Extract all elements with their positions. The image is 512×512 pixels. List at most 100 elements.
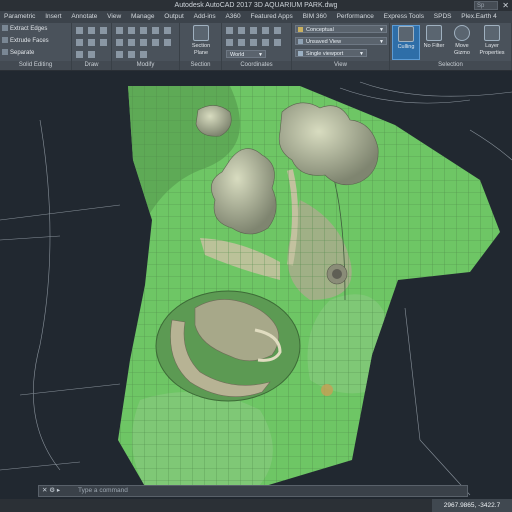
search-box[interactable]: Sp <box>474 1 498 10</box>
viewport-config-dropdown[interactable]: Single viewport ▼ <box>295 49 367 57</box>
status-bar: 2967.9865, -3422.7 <box>0 499 512 512</box>
trim-icon[interactable] <box>140 27 147 34</box>
panel-coordinates: World ▼ Coordinates <box>222 23 292 70</box>
line-icon[interactable] <box>76 27 83 34</box>
panel-solid-editing: Extract Edges Extrude Faces Separate Sol… <box>0 23 72 70</box>
layer-properties-button[interactable]: Layer Properties <box>478 25 506 60</box>
panel-draw: Draw <box>72 23 112 70</box>
command-line[interactable]: ✕ ⚙ ▸ Type a command <box>38 485 468 497</box>
amphitheater <box>155 290 301 402</box>
ucs-x-icon[interactable] <box>250 27 257 34</box>
spline-icon[interactable] <box>76 51 83 58</box>
copy-icon[interactable] <box>116 39 123 46</box>
tab-featured-apps[interactable]: Featured Apps <box>246 11 296 23</box>
panel-label-selection[interactable]: Selection <box>390 61 511 70</box>
erase-icon[interactable] <box>128 51 135 58</box>
chevron-down-icon: ▼ <box>359 51 364 57</box>
fillet-icon[interactable] <box>164 27 171 34</box>
gizmo-icon <box>454 25 470 41</box>
circle-icon[interactable] <box>100 27 107 34</box>
stretch-icon[interactable] <box>116 51 123 58</box>
rotate-icon[interactable] <box>128 27 135 34</box>
hatch-icon[interactable] <box>100 39 107 46</box>
ribbon-tabs: Parametric Insert Annotate View Manage O… <box>0 11 512 23</box>
ucs-z-icon[interactable] <box>274 27 281 34</box>
cursor-coordinates: 2967.9865, -3422.7 <box>432 499 512 512</box>
panel-view: Conceptual ▼ Unsaved View ▼ Single viewpor… <box>292 23 390 70</box>
tab-bim360[interactable]: BIM 360 <box>299 11 331 23</box>
polyline-icon[interactable] <box>88 27 95 34</box>
arc-icon[interactable] <box>76 39 83 46</box>
panel-label-modify[interactable]: Modify <box>112 61 179 70</box>
ucs-world-dropdown[interactable]: World ▼ <box>226 50 266 58</box>
layers-icon <box>484 25 500 41</box>
extend-icon[interactable] <box>152 27 159 34</box>
tab-plex-earth[interactable]: Plex.Earth 4 <box>457 11 500 23</box>
ucs-face-icon[interactable] <box>262 39 269 46</box>
tab-parametric[interactable]: Parametric <box>0 11 39 23</box>
ucs-view-icon[interactable] <box>238 39 245 46</box>
culling-button[interactable]: Culling <box>392 25 420 60</box>
tab-spds[interactable]: SPDS <box>430 11 456 23</box>
drawing-viewport[interactable] <box>0 71 512 512</box>
visual-style-dropdown[interactable]: Conceptual ▼ <box>295 25 387 33</box>
chevron-down-icon: ▼ <box>258 52 263 58</box>
section-plane-icon <box>193 25 209 41</box>
ucs-object-icon[interactable] <box>250 39 257 46</box>
no-filter-button[interactable]: No Filter <box>420 25 448 60</box>
ucs-3point-icon[interactable] <box>274 39 281 46</box>
tab-annotate[interactable]: Annotate <box>67 11 101 23</box>
filter-icon <box>426 25 442 41</box>
aquarium-building-small <box>195 105 232 137</box>
tab-manage[interactable]: Manage <box>127 11 159 23</box>
ellipse-icon[interactable] <box>88 51 95 58</box>
panel-label-solid-editing[interactable]: Solid Editing <box>0 61 71 70</box>
model-space-drawing[interactable] <box>0 71 512 512</box>
offset-icon[interactable] <box>164 39 171 46</box>
panel-label-view[interactable]: View <box>292 61 389 70</box>
panel-label-draw[interactable]: Draw <box>72 61 111 70</box>
command-input[interactable]: Type a command <box>78 487 128 494</box>
saved-view-dropdown[interactable]: Unsaved View ▼ <box>295 37 387 45</box>
move-icon[interactable] <box>116 27 123 34</box>
separate-icon <box>2 49 8 56</box>
exchange-icon[interactable]: ✕ <box>502 0 509 11</box>
ucs-world-icon[interactable] <box>238 27 245 34</box>
chevron-down-icon: ▼ <box>379 39 384 45</box>
context-road-line <box>0 119 121 471</box>
panel-label-section[interactable]: Section <box>180 61 221 70</box>
ucs-origin-icon[interactable] <box>226 39 233 46</box>
extrude-faces-button[interactable]: Extrude Faces <box>2 37 49 45</box>
move-gizmo-button[interactable]: Move Gizmo <box>448 25 476 60</box>
scale-icon[interactable] <box>140 39 147 46</box>
culling-icon <box>398 26 414 42</box>
named-view-icon <box>298 39 303 44</box>
panel-modify: Modify <box>112 23 180 70</box>
section-plane-button[interactable]: Section Plane <box>187 25 215 60</box>
array-icon[interactable] <box>152 39 159 46</box>
tab-performance[interactable]: Performance <box>333 11 378 23</box>
ucs-icon[interactable] <box>226 27 233 34</box>
tab-a360[interactable]: A360 <box>221 11 244 23</box>
panel-label-coordinates[interactable]: Coordinates <box>222 61 291 70</box>
extrude-faces-icon <box>2 37 8 44</box>
panel-section: Section Plane Section <box>180 23 222 70</box>
tab-addins[interactable]: Add-ins <box>190 11 220 23</box>
mirror-icon[interactable] <box>128 39 135 46</box>
tab-insert[interactable]: Insert <box>41 11 65 23</box>
tab-output[interactable]: Output <box>160 11 188 23</box>
visual-style-icon <box>298 27 303 32</box>
explode-icon[interactable] <box>140 51 147 58</box>
panel-selection: Culling No Filter Move Gizmo Layer Prope… <box>390 23 512 70</box>
ribbon: Extract Edges Extrude Faces Separate Sol… <box>0 23 512 71</box>
title-bar: Autodesk AutoCAD 2017 3D AQUARIUM PARK.d… <box>0 0 512 11</box>
extract-edges-button[interactable]: Extract Edges <box>2 25 47 33</box>
ucs-y-icon[interactable] <box>262 27 269 34</box>
separate-button[interactable]: Separate <box>2 49 34 57</box>
chevron-down-icon: ▼ <box>379 27 384 33</box>
tab-express-tools[interactable]: Express Tools <box>380 11 428 23</box>
command-line-icons[interactable]: ✕ ⚙ ▸ <box>39 486 78 496</box>
extract-edges-icon <box>2 25 8 32</box>
tab-view[interactable]: View <box>103 11 125 23</box>
rectangle-icon[interactable] <box>88 39 95 46</box>
